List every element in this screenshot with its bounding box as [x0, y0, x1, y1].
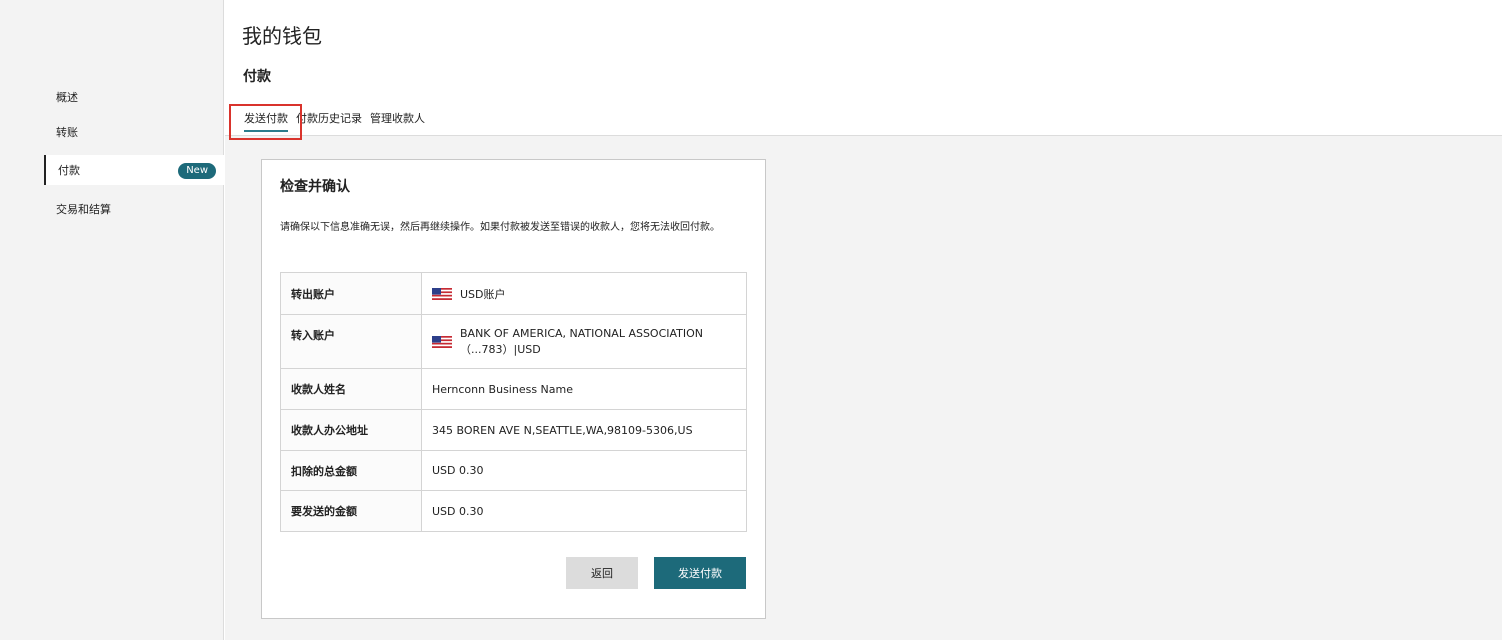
- table-row: 转入账户 BANK OF AMERICA, NATIONAL ASSOCIATI…: [280, 314, 747, 369]
- table-row: 收款人办公地址 345 BOREN AVE N,SEATTLE,WA,98109…: [280, 409, 747, 451]
- sidebar-item-transfer[interactable]: 转账: [44, 117, 224, 147]
- sidebar-item-payment[interactable]: 付款 New: [44, 155, 224, 185]
- review-card: 检查并确认 请确保以下信息准确无误，然后再继续操作。如果付款被发送至错误的收款人…: [261, 159, 766, 619]
- row-value: BANK OF AMERICA, NATIONAL ASSOCIATION （.…: [421, 314, 747, 369]
- to-account-bank: BANK OF AMERICA, NATIONAL ASSOCIATION: [460, 326, 704, 340]
- total-deducted-value: USD 0.30: [421, 450, 747, 491]
- payee-name-value: Hernconn Business Name: [421, 368, 747, 410]
- to-account-number: （...783）|USD: [460, 342, 541, 356]
- sidebar-item-label: 交易和结算: [56, 203, 111, 216]
- page-title: 我的钱包: [242, 24, 322, 48]
- sidebar-item-overview[interactable]: 概述: [44, 82, 224, 112]
- table-row: 收款人姓名 Hernconn Business Name: [280, 368, 747, 410]
- send-payment-button[interactable]: 发送付款: [654, 557, 746, 589]
- row-label: 扣除的总金额: [280, 450, 422, 491]
- sidebar-item-label: 付款: [58, 164, 80, 177]
- row-label: 转入账户: [280, 314, 422, 369]
- row-value: USD账户: [421, 272, 747, 315]
- sidebar-item-label: 转账: [56, 126, 78, 139]
- main-content: 我的钱包 付款 发送付款 付款历史记录 管理收款人 检查并确认 请确保以下信息准…: [225, 0, 1502, 640]
- row-label: 转出账户: [280, 272, 422, 315]
- tab-payment-history[interactable]: 付款历史记录: [296, 110, 362, 132]
- highlight-box: [229, 104, 302, 140]
- table-row: 要发送的金额 USD 0.30: [280, 490, 747, 532]
- row-label: 收款人姓名: [280, 368, 422, 410]
- amount-to-send-value: USD 0.30: [421, 490, 747, 532]
- card-title: 检查并确认: [280, 179, 350, 195]
- sidebar-item-transactions[interactable]: 交易和结算: [44, 194, 224, 224]
- from-account-value: USD账户: [460, 287, 506, 301]
- row-label: 收款人办公地址: [280, 409, 422, 451]
- table-row: 转出账户 USD账户: [280, 272, 747, 315]
- sidebar: 概述 转账 付款 New 交易和结算: [0, 0, 224, 640]
- row-label: 要发送的金额: [280, 490, 422, 532]
- tab-manage-payees[interactable]: 管理收款人: [370, 110, 425, 132]
- payee-address-value: 345 BOREN AVE N,SEATTLE,WA,98109-5306,US: [421, 409, 747, 451]
- new-badge: New: [178, 163, 216, 179]
- page-header: 我的钱包 付款 发送付款 付款历史记录 管理收款人: [225, 0, 1502, 140]
- card-description: 请确保以下信息准确无误，然后再继续操作。如果付款被发送至错误的收款人，您将无法收…: [280, 222, 720, 233]
- section-title: 付款: [243, 69, 271, 85]
- sidebar-item-label: 概述: [56, 91, 78, 104]
- info-table: 转出账户 USD账户 转入账户 BANK OF AMERICA, NATIONA…: [280, 272, 747, 532]
- back-button[interactable]: 返回: [566, 557, 638, 589]
- us-flag-icon: [432, 287, 452, 300]
- table-row: 扣除的总金额 USD 0.30: [280, 450, 747, 491]
- us-flag-icon: [432, 335, 452, 348]
